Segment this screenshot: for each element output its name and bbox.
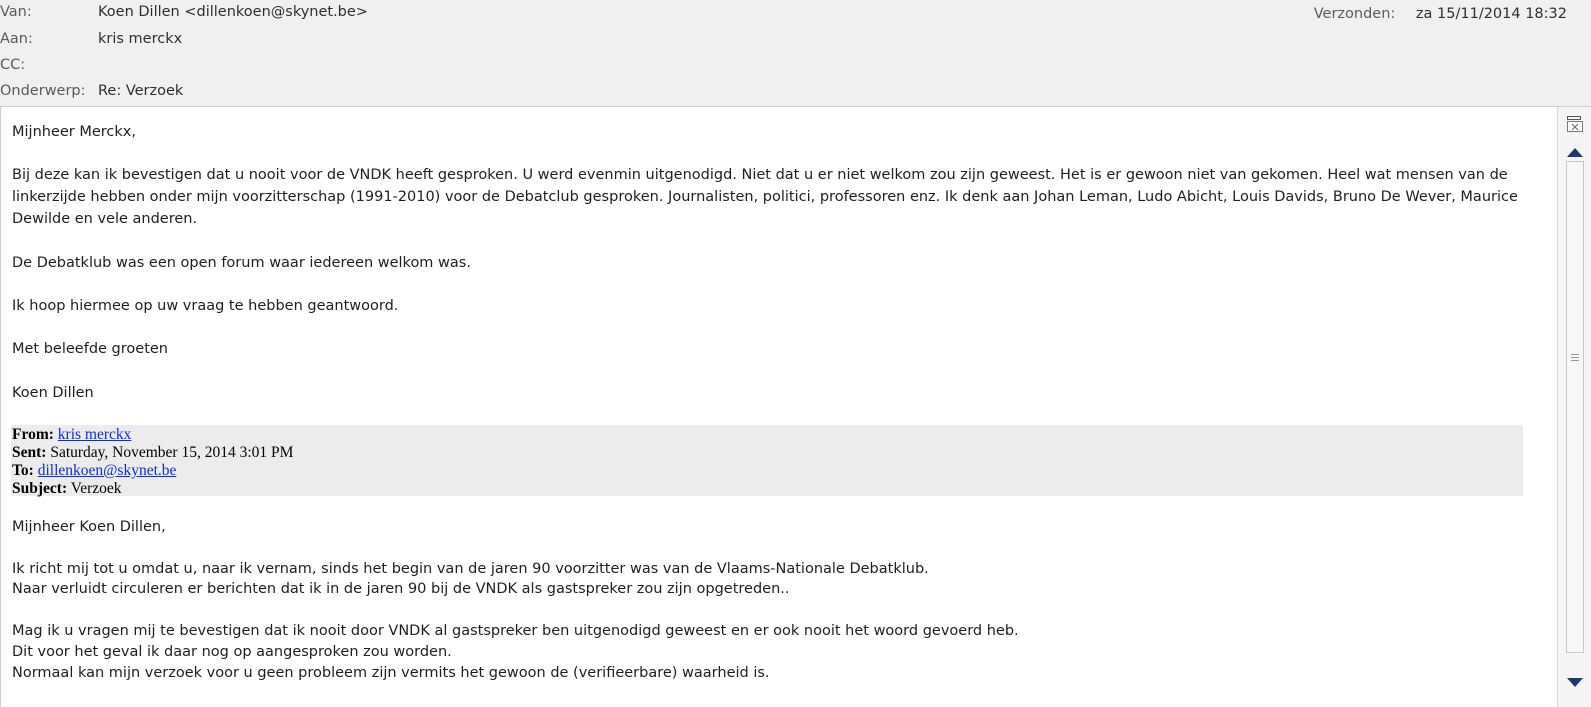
reply-signature: Koen Dillen (12, 385, 94, 401)
original-line-1: Ik richt mij tot u omdat u, naar ik vern… (12, 561, 929, 577)
to-label: Aan: (0, 31, 33, 47)
quoted-message-header: From: kris merckx Sent: Saturday, Novemb… (11, 425, 1523, 498)
subject-value: Re: Verzoek (98, 83, 184, 99)
quoted-sent-value: Saturday, November 15, 2014 3:01 PM (50, 444, 294, 461)
original-line-4: Dit voor het geval ik daar nog op aanges… (12, 644, 452, 660)
reply-closing: Met beleefde groeten (12, 341, 168, 357)
quoted-to-line: To: dillenkoen@skynet.be (12, 462, 176, 480)
from-value[interactable]: Koen Dillen <dillenkoen@skynet.be> (98, 1, 368, 23)
sent-label: Verzonden: (1313, 6, 1396, 22)
split-view-icon[interactable] (1558, 113, 1591, 135)
scrollbar-thumb[interactable] (1566, 161, 1584, 653)
quoted-from-link[interactable]: kris merckx (58, 426, 132, 443)
quoted-from-label: From: (12, 426, 54, 443)
from-label: Van: (0, 4, 32, 20)
quoted-subject-line: Subject: Verzoek (12, 480, 122, 498)
reply-greeting: Mijnheer Merckx, (12, 124, 136, 140)
original-greeting: Mijnheer Koen Dillen, (12, 519, 166, 535)
message-body[interactable]: Mijnheer Merckx, Bij deze kan ik bevesti… (0, 107, 1557, 707)
reply-paragraph-3: Ik hoop hiermee op uw vraag te hebben ge… (12, 298, 399, 314)
message-header: Van: Koen Dillen <dillenkoen@skynet.be> … (0, 0, 1591, 107)
sent-info: Verzonden: za 15/11/2014 18:32 (1314, 3, 1567, 25)
reply-paragraph-1: Bij deze kan ik bevestigen dat u nooit v… (12, 167, 1518, 227)
quoted-sent-label: Sent: (12, 444, 47, 461)
to-value[interactable]: kris merckx (98, 28, 182, 50)
vertical-scrollbar[interactable] (1557, 107, 1591, 707)
cc-label: CC: (0, 57, 26, 73)
subject-label: Onderwerp: (0, 83, 86, 99)
original-line-5: Normaal kan mijn verzoek voor u geen pro… (12, 665, 770, 681)
quoted-subject-label: Subject: (12, 480, 68, 497)
quoted-sent-line: Sent: Saturday, November 15, 2014 3:01 P… (12, 444, 293, 462)
scroll-up-arrow-icon[interactable] (1558, 141, 1591, 163)
sent-value: za 15/11/2014 18:32 (1415, 6, 1567, 22)
original-line-2: Naar verluidt circuleren er berichten da… (12, 581, 790, 597)
quoted-to-link[interactable]: dillenkoen@skynet.be (38, 462, 177, 479)
scroll-down-arrow-icon[interactable] (1558, 671, 1591, 693)
quoted-subject-value: Verzoek (70, 480, 122, 497)
reply-paragraph-2: De Debatklub was een open forum waar ied… (12, 255, 471, 271)
original-line-3: Mag ik u vragen mij te bevestigen dat ik… (12, 623, 1019, 639)
quoted-to-label: To: (12, 462, 34, 479)
quoted-from-line: From: kris merckx (12, 426, 131, 444)
